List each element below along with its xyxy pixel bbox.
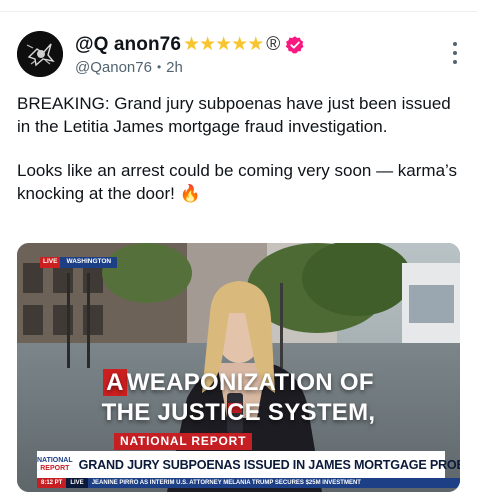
registered-mark: ® <box>266 33 281 55</box>
logo-line-2: REPORT <box>40 464 70 472</box>
timestamp[interactable]: 2h <box>166 59 183 76</box>
live-label: LIVE <box>40 257 61 268</box>
ticker-text: JEANINE PIRRO AS INTERIM U.S. ATTORNEY M… <box>91 480 361 486</box>
star-icon: ★ <box>231 34 249 55</box>
network-logo: NATIONAL REPORT <box>37 451 73 478</box>
avatar[interactable] <box>17 31 63 77</box>
ticker-time: 8:12 PT <box>37 478 67 488</box>
separator-dot: • <box>156 60 162 74</box>
logo-line-1: NATIONAL <box>37 456 73 464</box>
star-icon: ★ <box>247 34 265 55</box>
post-text-paragraph-2: Looks like an arrest could be coming ver… <box>17 161 457 203</box>
lower-third: NATIONAL REPORT GRAND JURY SUBPOENAS ISS… <box>37 451 460 478</box>
video-overlay-title: A WEAPONIZATION OF THE JUSTICE SYSTEM, <box>17 368 460 428</box>
handle-row: @Qanon76 • 2h <box>75 59 305 76</box>
news-ticker: 8:12 PT LIVE JEANINE PIRRO AS INTERIM U.… <box>37 478 460 488</box>
display-name-row: @Q anon76 ★ ★ ★ ★ ★ ® <box>75 33 305 57</box>
star-icon: ★ <box>215 34 233 55</box>
star-icon: ★ <box>183 34 201 55</box>
overlay-line-1: WEAPONIZATION OF <box>126 369 374 396</box>
star-rating: ★ ★ ★ ★ ★ <box>183 34 265 55</box>
overlay-line-2: THE JUSTICE SYSTEM, <box>101 399 376 426</box>
star-icon: ★ <box>199 34 217 55</box>
news-headline: GRAND JURY SUBPOENAS ISSUED IN JAMES MOR… <box>78 457 460 472</box>
location-label: WASHINGTON <box>60 257 118 268</box>
ticker-live: LIVE <box>66 478 88 488</box>
author-info: @Q anon76 ★ ★ ★ ★ ★ ® @Qanon76 • 2h <box>75 33 305 76</box>
post-text-paragraph-1: BREAKING: Grand jury subpoenas have just… <box>17 94 451 136</box>
top-divider <box>0 0 477 12</box>
verified-badge-icon <box>286 35 304 53</box>
overlay-highlight: A <box>103 369 127 396</box>
video-thumbnail[interactable]: LIVE WASHINGTON A WEAPONIZATION OF THE JU… <box>17 243 460 492</box>
display-name[interactable]: @Q anon76 <box>75 34 181 56</box>
live-location-badge: LIVE WASHINGTON <box>40 257 118 268</box>
section-label: NATIONAL REPORT <box>114 433 253 450</box>
handle[interactable]: @Qanon76 <box>75 59 152 76</box>
post-body: BREAKING: Grand jury subpoenas have just… <box>17 93 457 205</box>
more-vertical-icon[interactable] <box>448 42 462 64</box>
post-header: @Q anon76 ★ ★ ★ ★ ★ ® @Qanon76 • 2h <box>17 30 462 78</box>
